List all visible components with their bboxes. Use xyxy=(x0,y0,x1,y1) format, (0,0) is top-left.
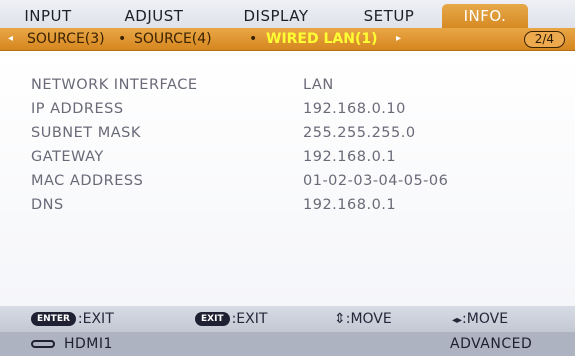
sub-tab-bar: ◂ SOURCE(3) • SOURCE(4) • WIRED LAN(1) ▸… xyxy=(0,28,575,51)
move-leftright-label: :MOVE xyxy=(462,311,509,327)
row-label: GATEWAY xyxy=(31,149,104,165)
enter-key-icon: ENTER xyxy=(31,312,76,326)
input-source-label: HDMI1 xyxy=(64,336,113,352)
main-tab-bar: INPUT ADJUST DISPLAY SETUP INFO. xyxy=(0,0,575,28)
row-value: 192.168.0.10 xyxy=(303,101,406,117)
row-value: 192.168.0.1 xyxy=(303,149,397,165)
tab-setup[interactable]: SETUP xyxy=(352,4,426,28)
tab-info[interactable]: INFO. xyxy=(442,4,528,28)
subtab-source-3[interactable]: SOURCE(3) xyxy=(27,28,105,50)
exit-key-icon: EXIT xyxy=(195,312,230,326)
projector-osd-menu: INPUT ADJUST DISPLAY SETUP INFO. ◂ SOURC… xyxy=(0,0,575,356)
scroll-left-icon[interactable]: ◂ xyxy=(8,28,13,50)
status-bar: HDMI1 ADVANCED xyxy=(0,332,575,356)
exit-exit-hint: EXIT:EXIT xyxy=(195,306,267,332)
subtab-separator: • xyxy=(249,31,258,47)
info-row: DNS 192.168.0.1 xyxy=(0,197,575,219)
page-indicator: 2/4 xyxy=(523,31,565,48)
info-row: IP ADDRESS 192.168.0.10 xyxy=(0,101,575,123)
info-row: GATEWAY 192.168.0.1 xyxy=(0,149,575,171)
move-updown-label: :MOVE xyxy=(345,311,392,327)
hdmi-connector-icon xyxy=(31,340,55,348)
row-value: 192.168.0.1 xyxy=(303,197,397,213)
row-label: NETWORK INTERFACE xyxy=(31,77,198,93)
info-row: SUBNET MASK 255.255.255.0 xyxy=(0,125,575,147)
info-row: NETWORK INTERFACE LAN xyxy=(0,77,575,99)
enter-exit-hint: ENTER:EXIT xyxy=(31,306,114,332)
enter-action-label: :EXIT xyxy=(77,311,114,327)
subtab-separator: • xyxy=(118,31,127,47)
info-row: MAC ADDRESS 01-02-03-04-05-06 xyxy=(0,173,575,195)
tab-input[interactable]: INPUT xyxy=(14,4,82,28)
move-updown-hint: ⇕:MOVE xyxy=(334,306,392,332)
row-label: SUBNET MASK xyxy=(31,125,141,141)
subtab-wired-lan-1[interactable]: WIRED LAN(1) xyxy=(266,28,378,50)
leftright-arrows-icon: ◂▸ xyxy=(452,315,463,326)
row-label: MAC ADDRESS xyxy=(31,173,144,189)
row-label: DNS xyxy=(31,197,64,213)
tab-adjust[interactable]: ADJUST xyxy=(110,4,198,28)
exit-action-label: :EXIT xyxy=(231,311,268,327)
info-content: NETWORK INTERFACE LAN IP ADDRESS 192.168… xyxy=(0,51,575,306)
row-value: LAN xyxy=(303,77,334,93)
row-value: 01-02-03-04-05-06 xyxy=(303,173,449,189)
row-label: IP ADDRESS xyxy=(31,101,124,117)
move-leftright-hint: ◂▸:MOVE xyxy=(452,306,508,332)
subtab-source-4[interactable]: SOURCE(4) xyxy=(134,28,212,50)
scroll-right-icon[interactable]: ▸ xyxy=(396,28,401,50)
row-value: 255.255.255.0 xyxy=(303,125,416,141)
key-guide-bar: ENTER:EXIT EXIT:EXIT ⇕:MOVE ◂▸:MOVE xyxy=(0,306,575,332)
menu-mode-label: ADVANCED xyxy=(450,336,533,352)
tab-display[interactable]: DISPLAY xyxy=(228,4,324,28)
updown-arrows-icon: ⇕ xyxy=(334,311,346,327)
